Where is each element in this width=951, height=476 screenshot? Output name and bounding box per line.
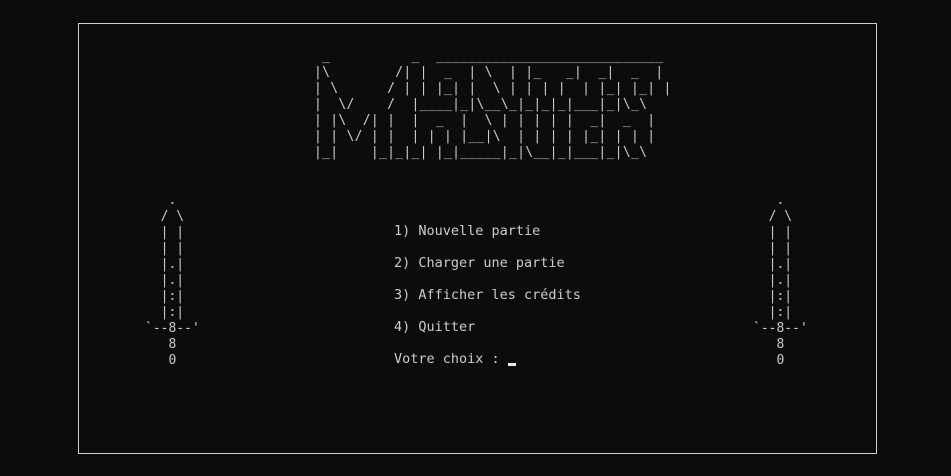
menu-item-credits[interactable]: 3) Afficher les crédits: [394, 286, 581, 318]
menu-item-load-game[interactable]: 2) Charger une partie: [394, 254, 581, 286]
text-cursor: [507, 363, 516, 366]
choice-prompt-label: Votre choix :: [394, 351, 508, 367]
monster-hunter-ascii-logo: _ _ ____________________________ |\ /| |…: [314, 49, 672, 160]
main-menu: 1) Nouvelle partie 2) Charger une partie…: [394, 222, 581, 350]
menu-item-new-game[interactable]: 1) Nouvelle partie: [394, 222, 581, 254]
choice-prompt[interactable]: Votre choix :: [394, 350, 516, 368]
menu-item-quit[interactable]: 4) Quitter: [394, 318, 581, 350]
right-sword-ascii: . / \ | | | | |.| |.| |:| |:| `--8--' 8 …: [753, 193, 808, 368]
left-sword-ascii: . / \ | | | | |.| |.| |:| |:| `--8--' 8 …: [145, 193, 200, 368]
